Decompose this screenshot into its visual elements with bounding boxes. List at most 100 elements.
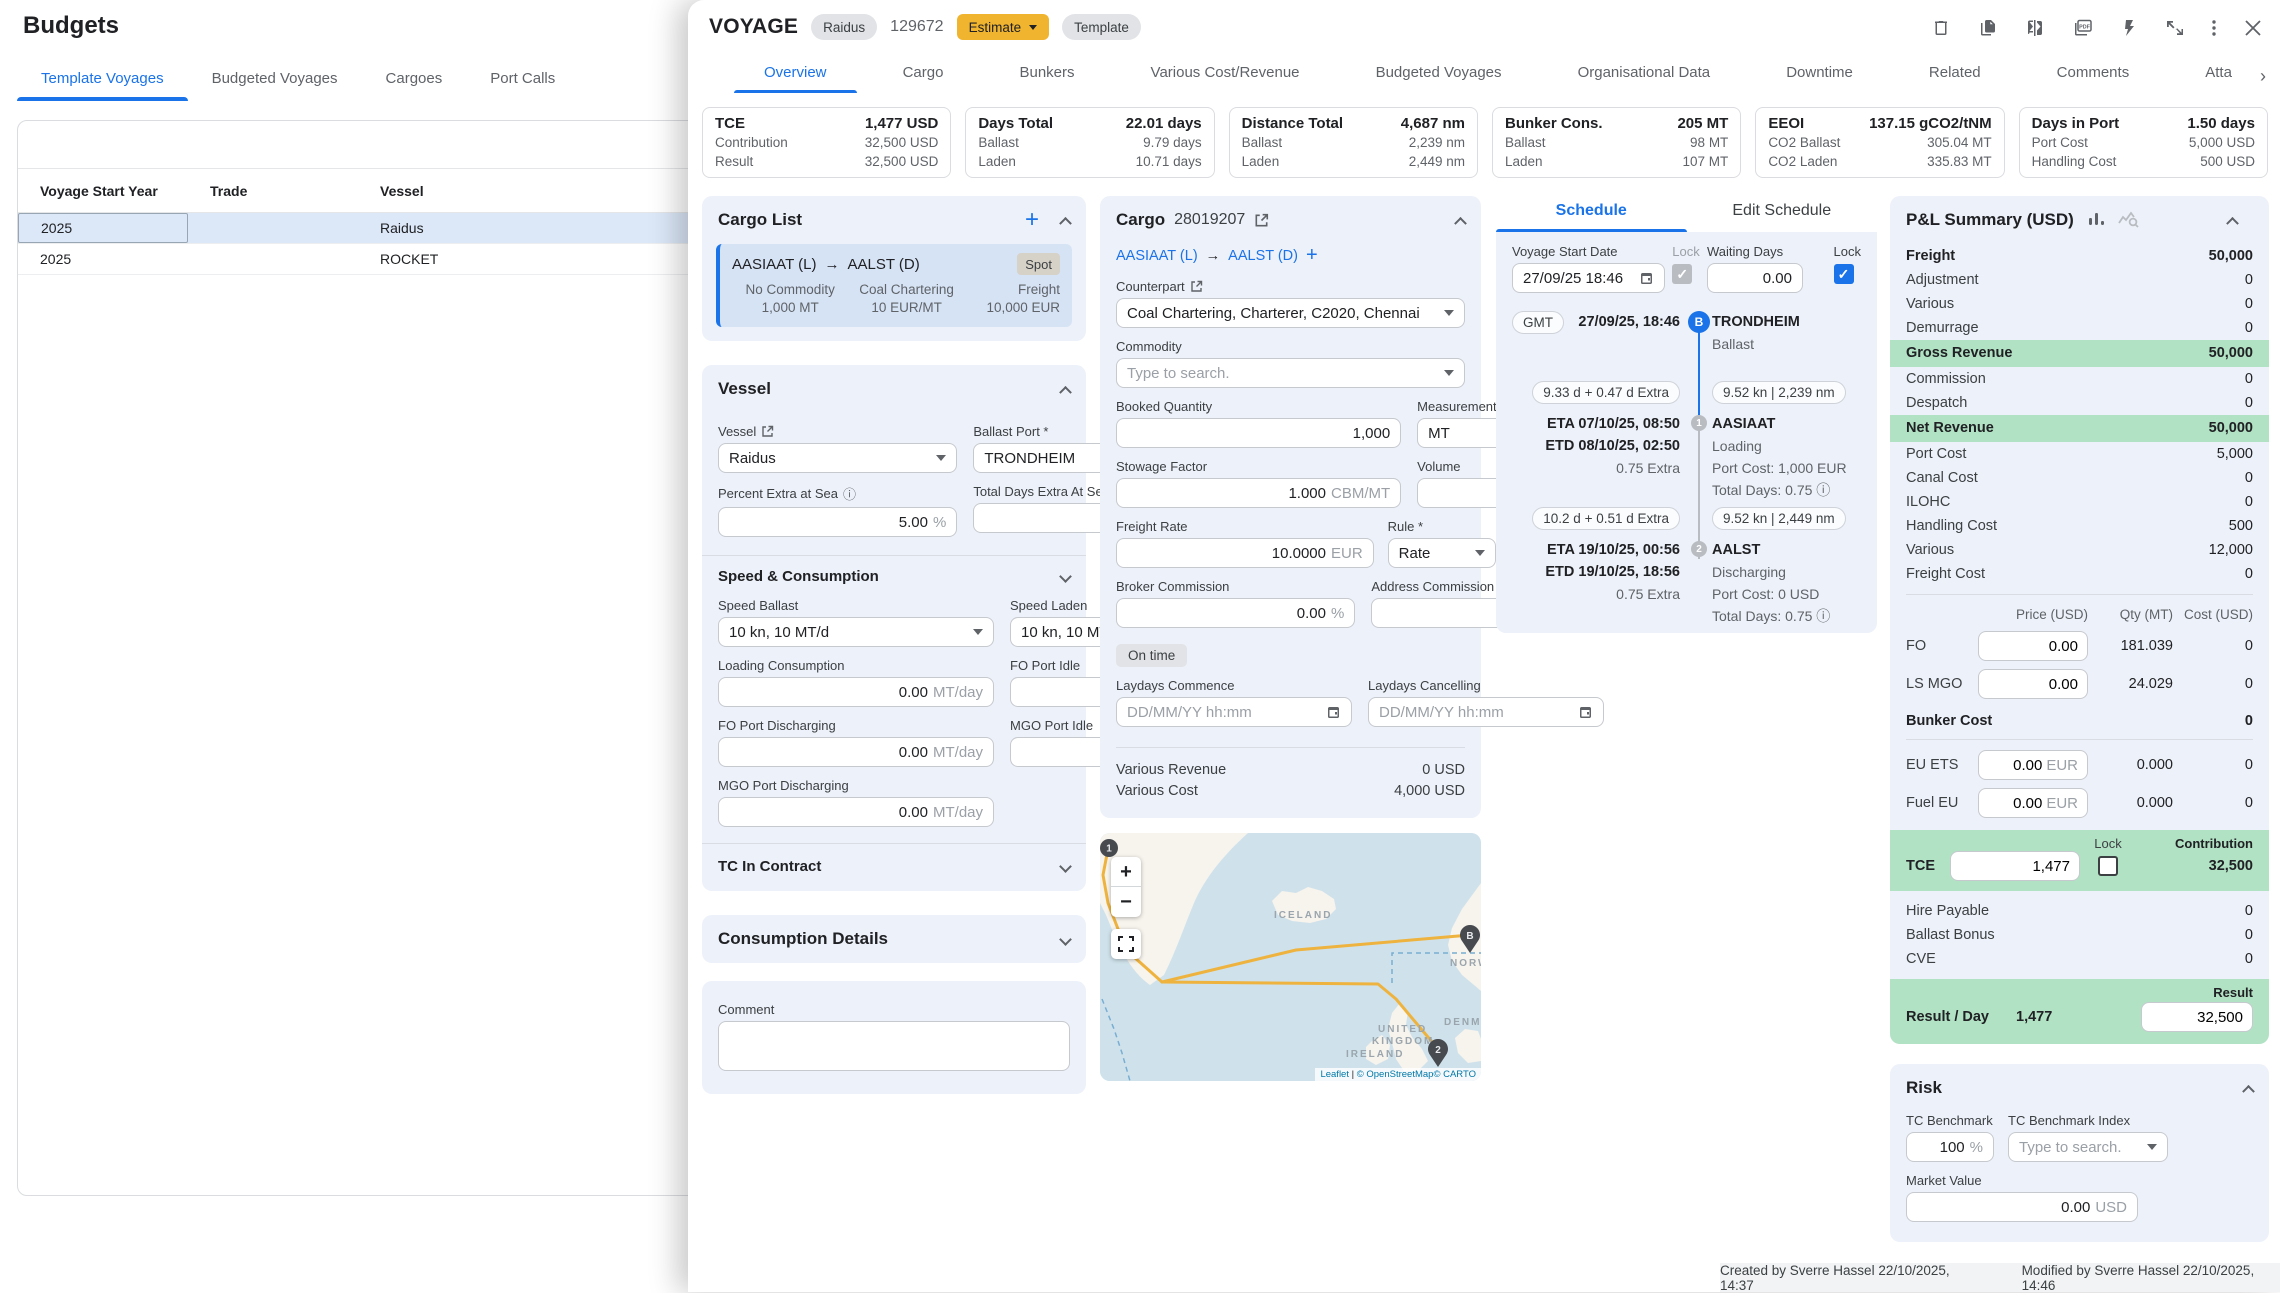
- map-label-denmark: DENMARK: [1444, 1017, 1481, 1028]
- tab-overview[interactable]: Overview: [762, 58, 829, 93]
- bunker-table-header: Price (USD) Qty (MT) Cost (USD): [1890, 603, 2269, 625]
- tab-various-cost-revenue[interactable]: Various Cost/Revenue: [1149, 58, 1302, 93]
- open-counterpart-icon[interactable]: [1190, 280, 1203, 293]
- tc-benchmark-index-select[interactable]: Type to search.: [2008, 1132, 2168, 1162]
- info-icon[interactable]: ⓘ: [843, 484, 856, 503]
- counterpart-select[interactable]: Coal Chartering, Charterer, C2020, Chenn…: [1116, 298, 1465, 328]
- chevron-down-icon: [1475, 550, 1485, 556]
- percent-extra-at-sea-field[interactable]: %: [718, 507, 957, 537]
- actions-bolt-icon[interactable]: [2121, 18, 2137, 38]
- waiting-days-lock-checkbox[interactable]: ✓: [1834, 264, 1854, 284]
- loading-consumption-field[interactable]: MT/day: [718, 677, 994, 707]
- tab-attachments[interactable]: Atta: [2203, 58, 2234, 93]
- duplicate-icon[interactable]: [1978, 18, 1998, 38]
- bunker-row-fueleu: Fuel EU EUR 0.0000: [1890, 788, 2269, 818]
- tce-lock-checkbox[interactable]: [2098, 856, 2118, 876]
- calendar-icon[interactable]: [1639, 271, 1654, 286]
- route-map[interactable]: ICELAND NORWAY DENMARK UNITED KINGDOM IR…: [1100, 833, 1481, 1081]
- result-field[interactable]: [2141, 1002, 2253, 1032]
- collapse-risk-icon[interactable]: [2242, 1084, 2255, 1097]
- expand-icon[interactable]: [2164, 18, 2184, 38]
- header-actions: PDF: [1931, 18, 2262, 38]
- chart-search-icon[interactable]: [2118, 211, 2140, 229]
- tab-budgeted-voyages[interactable]: Budgeted Voyages: [188, 62, 362, 101]
- leaflet-link[interactable]: Leaflet: [1320, 1069, 1349, 1080]
- zoom-out-button[interactable]: −: [1111, 887, 1141, 917]
- discharge-port-link[interactable]: AALST (D): [1228, 248, 1298, 264]
- osm-link[interactable]: © OpenStreetMap: [1357, 1069, 1434, 1080]
- calendar-icon[interactable]: [1578, 705, 1593, 720]
- close-icon[interactable]: [2244, 19, 2262, 37]
- rule-select[interactable]: Rate: [1388, 538, 1496, 568]
- voyage-start-date-field[interactable]: [1512, 263, 1665, 293]
- tab-bunkers[interactable]: Bunkers: [1017, 58, 1076, 93]
- stowage-factor-field[interactable]: CBM/MT: [1116, 478, 1401, 508]
- broker-commission-field[interactable]: %: [1116, 598, 1355, 628]
- commodity-select[interactable]: Type to search.: [1116, 358, 1465, 388]
- collapse-speed-icon[interactable]: [1059, 570, 1072, 583]
- info-icon[interactable]: ⓘ: [1816, 608, 1830, 624]
- voyage-start-lock-checkbox[interactable]: ✓: [1672, 264, 1692, 284]
- bar-chart-icon[interactable]: [2088, 212, 2106, 228]
- tab-template-voyages[interactable]: Template Voyages: [17, 62, 188, 101]
- add-cargo-button[interactable]: +: [1025, 210, 1039, 230]
- tab-related[interactable]: Related: [1927, 58, 1983, 93]
- collapse-vessel-icon[interactable]: [1059, 385, 1072, 398]
- tab-schedule[interactable]: Schedule: [1496, 189, 1687, 232]
- tce-field[interactable]: [1950, 851, 2080, 881]
- speed-ballast-select[interactable]: 10 kn, 10 MT/d: [718, 617, 994, 647]
- risk-card: Risk TC Benchmark % TC Benchmark Index T…: [1890, 1064, 2269, 1242]
- fo-price-field[interactable]: [1978, 631, 2088, 661]
- map-fullscreen-button[interactable]: [1111, 929, 1141, 959]
- open-vessel-icon[interactable]: [761, 425, 774, 438]
- laydays-cancelling-field[interactable]: [1368, 697, 1604, 727]
- map-label-iceland: ICELAND: [1274, 910, 1332, 921]
- lsmgo-price-field[interactable]: [1978, 669, 2088, 699]
- compare-icon[interactable]: [2025, 18, 2045, 38]
- collapse-pl-icon[interactable]: [2226, 216, 2239, 229]
- info-icon[interactable]: ⓘ: [1816, 482, 1830, 498]
- load-port-link[interactable]: AASIAAT (L): [1116, 248, 1198, 264]
- vessel-select[interactable]: Raidus: [718, 443, 957, 473]
- tab-budgeted-voyages[interactable]: Budgeted Voyages: [1374, 58, 1504, 93]
- tab-scroll-right-icon[interactable]: ›: [2260, 66, 2266, 87]
- tab-cargo[interactable]: Cargo: [901, 58, 946, 93]
- fo-port-discharging-field[interactable]: MT/day: [718, 737, 994, 767]
- export-pdf-icon[interactable]: PDF: [2072, 18, 2094, 38]
- status-dropdown[interactable]: Estimate: [957, 14, 1050, 40]
- cargo-list-item[interactable]: AASIAAT (L) → AALST (D) Spot No Commodit…: [716, 244, 1072, 327]
- col-voyage-start-year: Voyage Start Year: [23, 183, 193, 199]
- euets-price-field[interactable]: EUR: [1978, 750, 2088, 780]
- calendar-icon[interactable]: [1326, 705, 1341, 720]
- consumption-details-title: Consumption Details: [718, 929, 888, 949]
- collapse-cargo-icon[interactable]: [1454, 216, 1467, 229]
- freight-rate-field[interactable]: EUR: [1116, 538, 1374, 568]
- fueleu-price-field[interactable]: EUR: [1978, 788, 2088, 818]
- tab-downtime[interactable]: Downtime: [1784, 58, 1855, 93]
- collapse-cargo-list-icon[interactable]: [1059, 216, 1072, 229]
- comment-input[interactable]: [718, 1021, 1070, 1071]
- waiting-days-field[interactable]: [1707, 263, 1803, 293]
- zoom-in-button[interactable]: +: [1111, 857, 1141, 887]
- mgo-port-discharging-field[interactable]: MT/day: [718, 797, 994, 827]
- tab-port-calls[interactable]: Port Calls: [466, 62, 579, 101]
- more-icon[interactable]: [2211, 18, 2217, 38]
- laydays-commence-field[interactable]: [1116, 697, 1352, 727]
- market-value-field[interactable]: USD: [1906, 1192, 2138, 1222]
- tab-cargoes[interactable]: Cargoes: [362, 62, 467, 101]
- vessel-card: Vessel Vessel Raidus Ballast Port * TRON…: [702, 365, 1086, 891]
- leg-2-speed-distance: 9.52 kn | 2,449 nm: [1712, 507, 1846, 530]
- tab-organisational-data[interactable]: Organisational Data: [1576, 58, 1713, 93]
- open-cargo-icon[interactable]: [1254, 213, 1269, 228]
- carto-link[interactable]: © CARTO: [1433, 1069, 1476, 1080]
- tab-comments[interactable]: Comments: [2055, 58, 2132, 93]
- add-port-button[interactable]: +: [1306, 244, 1318, 267]
- tc-benchmark-field[interactable]: %: [1906, 1132, 1994, 1162]
- booked-quantity-field[interactable]: [1116, 418, 1401, 448]
- kpi-days-in-port: Days in Port1.50 days Port Cost5,000 USD…: [2019, 107, 2268, 178]
- tab-edit-schedule[interactable]: Edit Schedule: [1687, 189, 1878, 232]
- expand-tc-icon[interactable]: [1059, 860, 1072, 873]
- expand-consumption-details-icon[interactable]: [1059, 933, 1072, 946]
- delete-icon[interactable]: [1931, 18, 1951, 38]
- audit-footer: Created by Sverre Hassel 22/10/2025, 14:…: [1720, 1263, 2280, 1292]
